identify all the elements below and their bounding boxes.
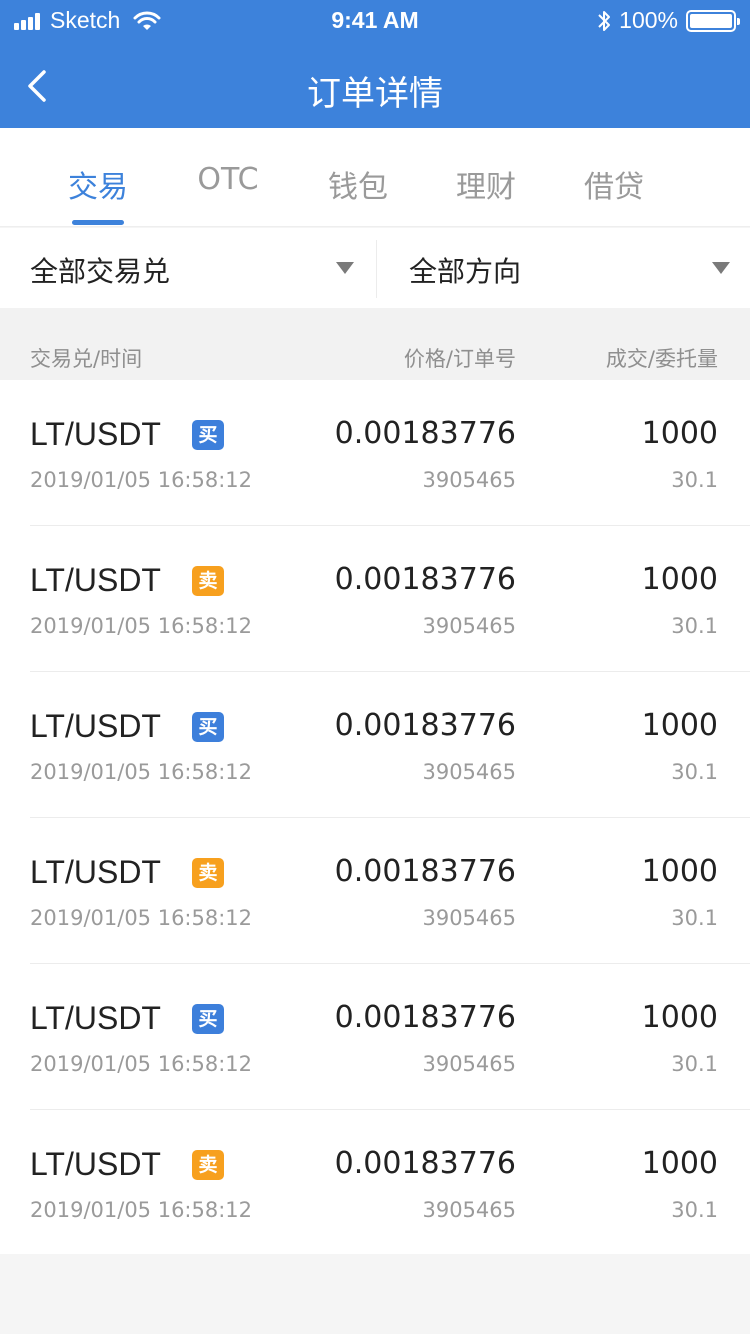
order-pair: LT/USDT — [30, 1146, 161, 1182]
filled-amount: 1000 — [641, 854, 718, 889]
order-price: 0.00183776 — [334, 416, 516, 451]
tab-loan[interactable]: 借贷 — [564, 162, 664, 206]
order-time: 2019/01/05 16:58:12 — [30, 760, 253, 784]
status-bar: Sketch 9:41 AM 100% — [0, 0, 750, 40]
order-row[interactable]: LT/USDT 买 2019/01/05 16:58:12 0.00183776… — [0, 672, 750, 818]
order-row[interactable]: LT/USDT 买 2019/01/05 16:58:12 0.00183776… — [0, 380, 750, 526]
tab-bar: 交易 OTC 钱包 理财 借贷 — [0, 128, 750, 227]
order-price: 0.00183776 — [334, 562, 516, 597]
order-time: 2019/01/05 16:58:12 — [30, 614, 253, 638]
order-pair: LT/USDT — [30, 416, 161, 452]
column-price-order: 价格/订单号 — [403, 347, 516, 371]
order-row[interactable]: LT/USDT 卖 2019/01/05 16:58:12 0.00183776… — [0, 1110, 750, 1256]
entrusted-amount: 30.1 — [671, 906, 718, 930]
battery-percent: 100% — [619, 7, 678, 33]
entrusted-amount: 30.1 — [671, 614, 718, 638]
order-number: 3905465 — [422, 760, 516, 784]
side-badge: 卖 — [192, 858, 224, 888]
tab-otc[interactable]: OTC — [178, 162, 278, 197]
column-header: 交易兑/时间 价格/订单号 成交/委托量 — [0, 308, 750, 380]
order-list: LT/USDT 买 2019/01/05 16:58:12 0.00183776… — [0, 380, 750, 1254]
order-row[interactable]: LT/USDT 买 2019/01/05 16:58:12 0.00183776… — [0, 964, 750, 1110]
order-price: 0.00183776 — [334, 854, 516, 889]
order-time: 2019/01/05 16:58:12 — [30, 1198, 253, 1222]
order-number: 3905465 — [422, 906, 516, 930]
filled-amount: 1000 — [641, 416, 718, 451]
side-badge: 买 — [192, 1004, 224, 1034]
order-number: 3905465 — [422, 614, 516, 638]
entrusted-amount: 30.1 — [671, 468, 718, 492]
order-number: 3905465 — [422, 1198, 516, 1222]
side-badge: 买 — [192, 712, 224, 742]
column-pair-time: 交易兑/时间 — [30, 347, 143, 371]
order-pair: LT/USDT — [30, 562, 161, 598]
filled-amount: 1000 — [641, 562, 718, 597]
entrusted-amount: 30.1 — [671, 1198, 718, 1222]
entrusted-amount: 30.1 — [671, 760, 718, 784]
header: Sketch 9:41 AM 100% 订单详情 — [0, 0, 750, 128]
tab-trade[interactable]: 交易 — [48, 162, 148, 206]
order-time: 2019/01/05 16:58:12 — [30, 468, 253, 492]
entrusted-amount: 30.1 — [671, 1052, 718, 1076]
column-fill-entrust: 成交/委托量 — [605, 347, 718, 371]
active-tab-indicator — [72, 220, 124, 225]
order-time: 2019/01/05 16:58:12 — [30, 906, 253, 930]
order-pair: LT/USDT — [30, 1000, 161, 1036]
direction-filter-label: 全部方向 — [409, 255, 522, 288]
order-number: 3905465 — [422, 468, 516, 492]
order-row[interactable]: LT/USDT 卖 2019/01/05 16:58:12 0.00183776… — [0, 818, 750, 964]
page-title: 订单详情 — [307, 74, 443, 114]
status-right: 100% — [597, 7, 740, 34]
side-badge: 卖 — [192, 566, 224, 596]
caret-down-icon — [336, 262, 354, 274]
bluetooth-icon — [598, 10, 611, 31]
navigation-bar: 订单详情 — [0, 44, 750, 128]
order-price: 0.00183776 — [334, 1000, 516, 1035]
side-badge: 买 — [192, 420, 224, 450]
order-pair: LT/USDT — [30, 854, 161, 890]
tab-finance[interactable]: 理财 — [436, 162, 536, 206]
direction-filter-dropdown[interactable]: 全部方向 — [377, 228, 750, 308]
order-time: 2019/01/05 16:58:12 — [30, 1052, 253, 1076]
order-pair: LT/USDT — [30, 708, 161, 744]
filled-amount: 1000 — [641, 708, 718, 743]
order-number: 3905465 — [422, 1052, 516, 1076]
pair-filter-dropdown[interactable]: 全部交易兑 — [0, 228, 376, 308]
order-price: 0.00183776 — [334, 708, 516, 743]
caret-down-icon — [712, 262, 730, 274]
filled-amount: 1000 — [641, 1000, 718, 1035]
filter-bar: 全部交易兑 全部方向 — [0, 228, 750, 308]
battery-icon — [686, 9, 740, 32]
order-row[interactable]: LT/USDT 卖 2019/01/05 16:58:12 0.00183776… — [0, 526, 750, 672]
side-badge: 卖 — [192, 1150, 224, 1180]
order-price: 0.00183776 — [334, 1146, 516, 1181]
pair-filter-label: 全部交易兑 — [30, 255, 171, 288]
filled-amount: 1000 — [641, 1146, 718, 1181]
tab-wallet[interactable]: 钱包 — [308, 162, 408, 206]
